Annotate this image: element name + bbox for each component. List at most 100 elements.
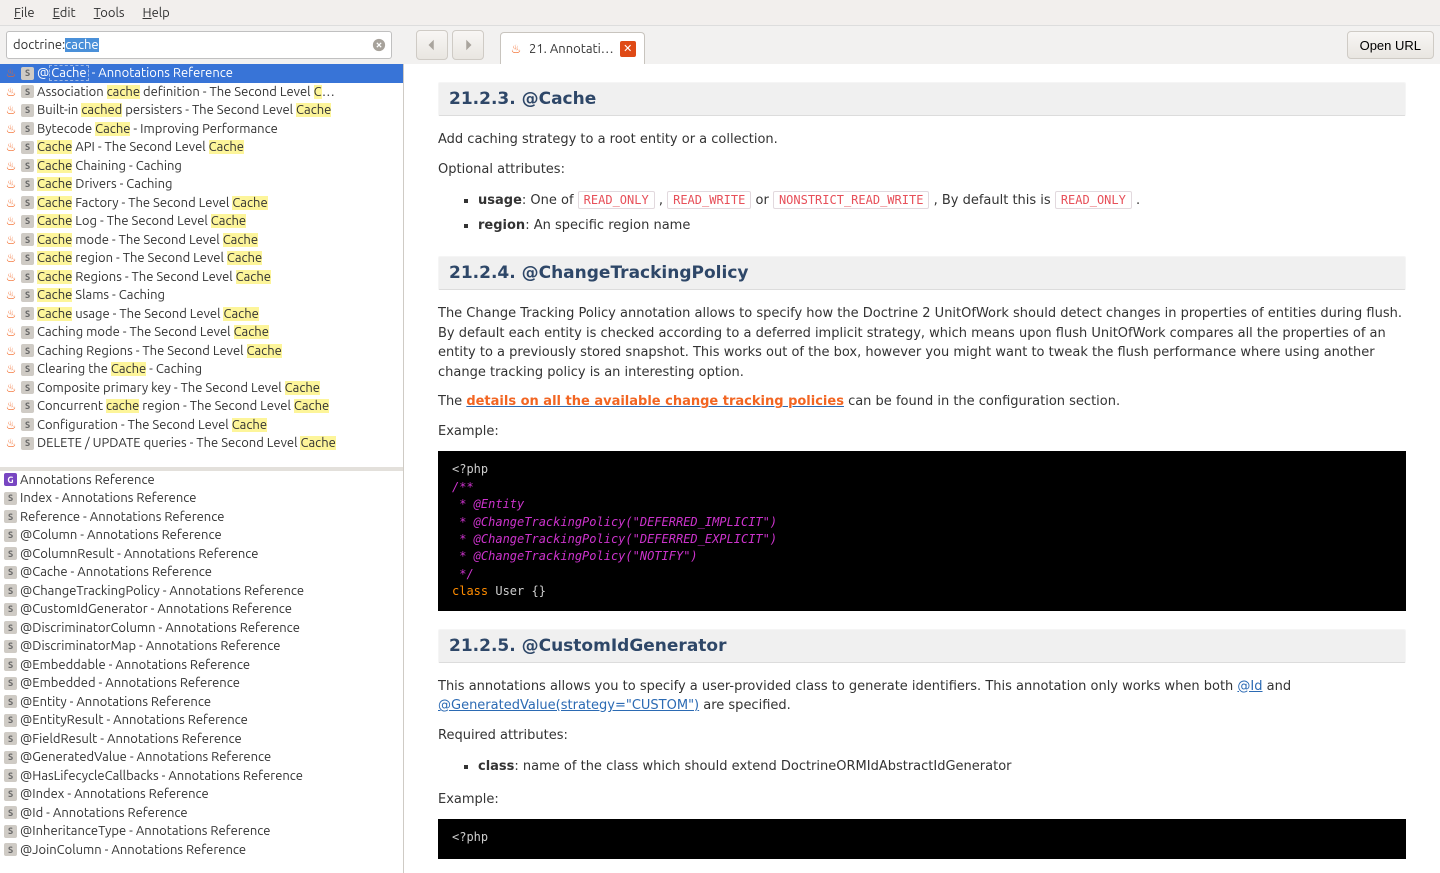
menu-edit[interactable]: Edit [45, 3, 84, 23]
search-result-row[interactable]: ♨S Cache Regions - The Second Level Cach… [0, 268, 403, 287]
search-selection: cache [65, 38, 98, 52]
menu-help[interactable]: Help [135, 3, 178, 23]
toc-row[interactable]: S @EntityResult - Annotations Reference [0, 711, 403, 730]
search-result-row[interactable]: ♨S Caching mode - The Second Level Cache [0, 323, 403, 342]
search-result-row[interactable]: ♨S Cache Factory - The Second Level Cach… [0, 194, 403, 213]
search-input[interactable]: doctrine:cache [6, 31, 392, 59]
docset-icon: ♨ [4, 270, 18, 284]
results-top-list[interactable]: ♨S @Cache - Annotations Reference♨S Asso… [0, 64, 403, 471]
section-icon: S [21, 215, 34, 228]
search-result-row[interactable]: ♨S Cache Chaining - Caching [0, 157, 403, 176]
docset-icon: ♨ [4, 214, 18, 228]
menu-file[interactable]: File [6, 3, 43, 23]
toc-row[interactable]: S @Cache - Annotations Reference [0, 563, 403, 582]
toc-row[interactable]: S @Column - Annotations Reference [0, 526, 403, 545]
section-icon: S [21, 418, 34, 431]
toc-row[interactable]: S @CustomIdGenerator - Annotations Refer… [0, 600, 403, 619]
search-result-row[interactable]: ♨S Built-in cached persisters - The Seco… [0, 101, 403, 120]
open-url-button[interactable]: Open URL [1347, 31, 1434, 59]
section-heading-customid: 21.2.5. @CustomIdGenerator [438, 629, 1406, 663]
clear-icon[interactable] [372, 38, 386, 52]
paragraph: The Change Tracking Policy annotation al… [438, 304, 1406, 382]
toc-row[interactable]: S @Embedded - Annotations Reference [0, 674, 403, 693]
type-icon: S [4, 584, 17, 597]
search-result-row[interactable]: ♨S DELETE / UPDATE queries - The Second … [0, 434, 403, 453]
type-icon: S [4, 732, 17, 745]
tab-annotations[interactable]: ♨ 21. Annotati… ✕ [500, 32, 645, 64]
type-icon: S [4, 769, 17, 782]
section-icon: S [21, 381, 34, 394]
search-result-row[interactable]: ♨S Cache region - The Second Level Cache [0, 249, 403, 268]
toc-row[interactable]: S @ColumnResult - Annotations Reference [0, 545, 403, 564]
search-result-row[interactable]: ♨S Cache Drivers - Caching [0, 175, 403, 194]
search-result-row[interactable]: ♨S Composite primary key - The Second Le… [0, 379, 403, 398]
docset-icon: ♨ [4, 288, 18, 302]
toc-row[interactable]: S Reference - Annotations Reference [0, 508, 403, 527]
type-icon: S [4, 677, 17, 690]
search-result-row[interactable]: ♨S Clearing the Cache - Caching [0, 360, 403, 379]
section-icon: S [21, 233, 34, 246]
search-prefix: doctrine: [13, 38, 65, 52]
search-result-row[interactable]: ♨S @Cache - Annotations Reference [0, 64, 403, 83]
section-icon: S [21, 67, 34, 80]
toc-row[interactable]: S @DiscriminatorColumn - Annotations Ref… [0, 619, 403, 638]
link-generatedvalue[interactable]: @GeneratedValue(strategy="CUSTOM") [438, 698, 699, 713]
toc-row[interactable]: S @Id - Annotations Reference [0, 804, 403, 823]
section-icon: S [21, 363, 34, 376]
paragraph: This annotations allows you to specify a… [438, 677, 1406, 716]
link-id[interactable]: @Id [1237, 679, 1262, 694]
results-bottom-list[interactable]: G Annotations ReferenceS Index - Annotat… [0, 471, 403, 873]
list-item: class: name of the class which should ex… [478, 755, 1406, 780]
search-result-row[interactable]: ♨S Association cache definition - The Se… [0, 83, 403, 102]
menu-tools[interactable]: Tools [86, 3, 133, 23]
paragraph: Required attributes: [438, 726, 1406, 746]
docset-icon: ♨ [4, 436, 18, 450]
docset-icon: ♨ [4, 196, 18, 210]
search-result-row[interactable]: ♨S Caching Regions - The Second Level Ca… [0, 342, 403, 361]
toc-row[interactable]: S @InheritanceType - Annotations Referen… [0, 822, 403, 841]
search-result-row[interactable]: ♨S Cache mode - The Second Level Cache [0, 231, 403, 250]
search-result-row[interactable]: ♨S Cache Slams - Caching [0, 286, 403, 305]
search-result-row[interactable]: ♨S Cache API - The Second Level Cache [0, 138, 403, 157]
search-result-row[interactable]: ♨S Bytecode Cache - Improving Performanc… [0, 120, 403, 139]
toc-row[interactable]: S @Embeddable - Annotations Reference [0, 656, 403, 675]
paragraph: The details on all the available change … [438, 392, 1406, 412]
docset-icon: ♨ [4, 362, 18, 376]
toc-row[interactable]: G Annotations Reference [0, 471, 403, 490]
toc-row[interactable]: S Index - Annotations Reference [0, 489, 403, 508]
search-result-row[interactable]: ♨S Cache usage - The Second Level Cache [0, 305, 403, 324]
toc-row[interactable]: S @Index - Annotations Reference [0, 785, 403, 804]
search-result-row[interactable]: ♨S Concurrent cache region - The Second … [0, 397, 403, 416]
toc-row[interactable]: S @ChangeTrackingPolicy - Annotations Re… [0, 582, 403, 601]
search-result-row[interactable]: ♨S Cache Log - The Second Level Cache [0, 212, 403, 231]
section-icon: S [21, 141, 34, 154]
type-icon: S [4, 806, 17, 819]
toc-row[interactable]: S @FieldResult - Annotations Reference [0, 730, 403, 749]
section-icon: S [21, 196, 34, 209]
search-result-row[interactable]: ♨S Configuration - The Second Level Cach… [0, 416, 403, 435]
docset-icon: ♨ [4, 122, 18, 136]
toc-row[interactable]: S @DiscriminatorMap - Annotations Refere… [0, 637, 403, 656]
link-change-tracking[interactable]: details on all the available change trac… [466, 394, 844, 409]
section-icon: S [21, 270, 34, 283]
section-heading-cache: 21.2.3. @Cache [438, 82, 1406, 116]
section-icon: S [21, 178, 34, 191]
toolbar: doctrine:cache ♨ 21. Annotati… ✕ Open UR… [0, 26, 1440, 64]
content-pane[interactable]: 21.2.3. @Cache Add caching strategy to a… [404, 64, 1440, 873]
toc-row[interactable]: S @HasLifecycleCallbacks - Annotations R… [0, 767, 403, 786]
nav-forward-button[interactable] [452, 30, 484, 60]
nav-back-button[interactable] [416, 30, 448, 60]
docset-icon: ♨ [4, 140, 18, 154]
docset-icon: ♨ [4, 399, 18, 413]
type-icon: S [4, 547, 17, 560]
type-icon: S [4, 603, 17, 616]
code-block: <?php [438, 819, 1406, 859]
paragraph: Add caching strategy to a root entity or… [438, 130, 1406, 150]
docset-icon: ♨ [4, 233, 18, 247]
section-icon: S [21, 326, 34, 339]
docset-icon: ♨ [509, 42, 523, 56]
toc-row[interactable]: S @Entity - Annotations Reference [0, 693, 403, 712]
toc-row[interactable]: S @GeneratedValue - Annotations Referenc… [0, 748, 403, 767]
tab-close-icon[interactable]: ✕ [620, 41, 636, 57]
toc-row[interactable]: S @JoinColumn - Annotations Reference [0, 841, 403, 860]
